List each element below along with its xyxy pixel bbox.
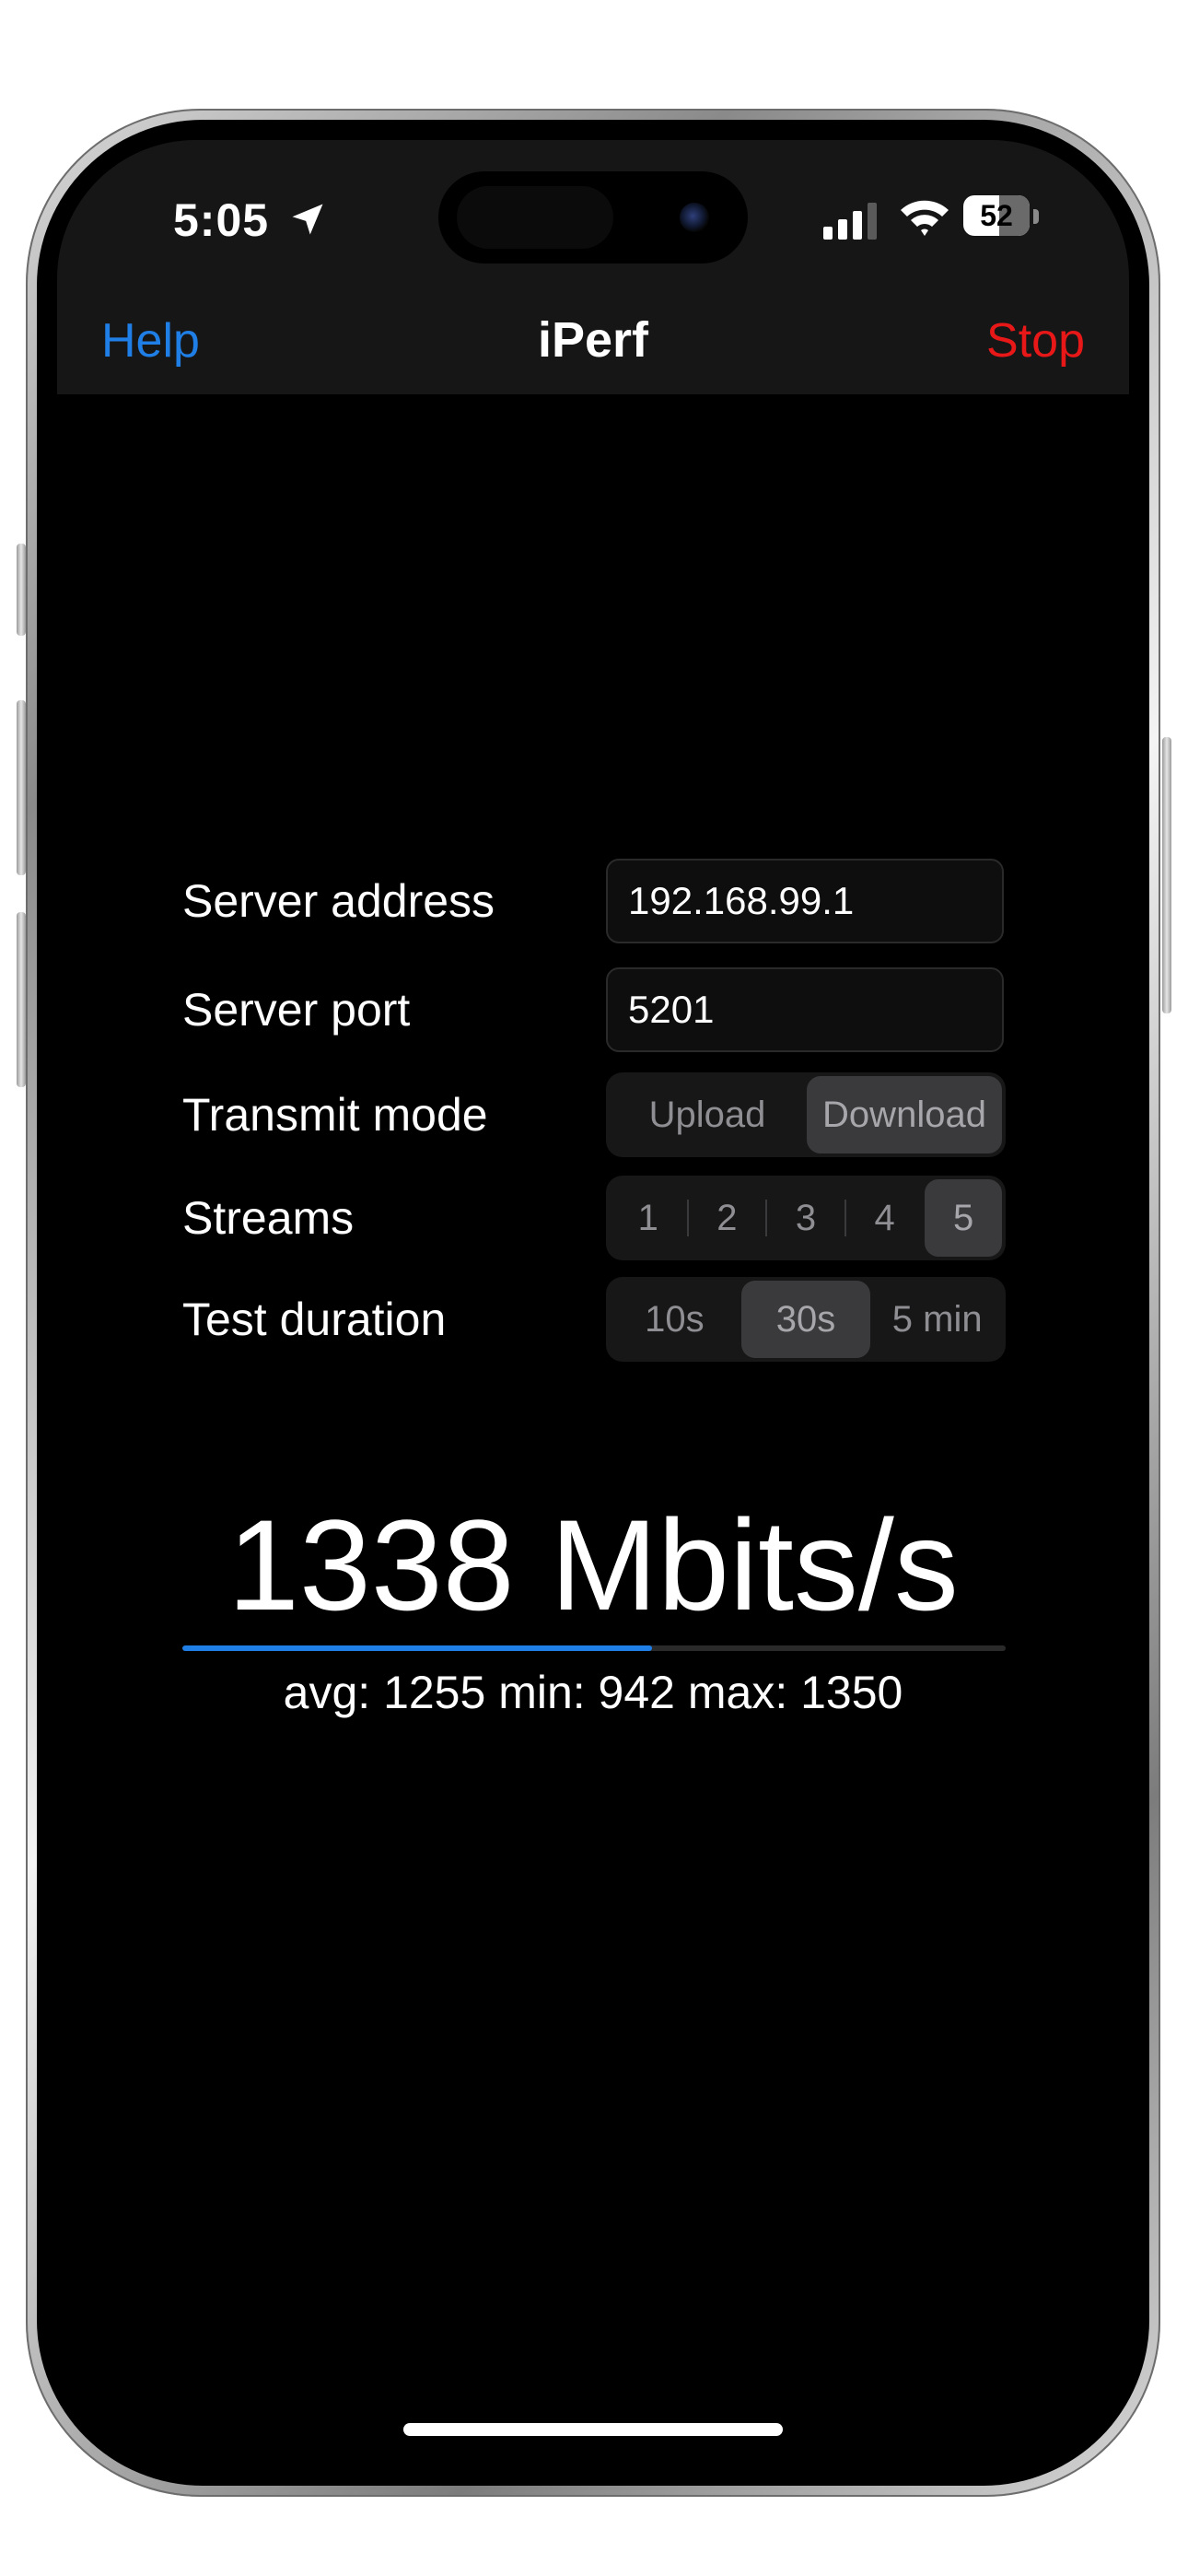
transmit-mode-option-upload[interactable]: Upload xyxy=(610,1076,805,1153)
streams-option-5[interactable]: 5 xyxy=(925,1179,1002,1257)
streams-segmented-control: 12345 xyxy=(606,1176,1006,1260)
test-duration-segmented-control: 10s 30s 5 min xyxy=(606,1277,1006,1362)
test-duration-option-30s[interactable]: 30s xyxy=(740,1281,871,1358)
navigation-bar: Help iPerf Stop xyxy=(57,287,1129,394)
power-button xyxy=(1162,737,1171,1013)
volume-up-button xyxy=(17,700,26,875)
home-indicator[interactable] xyxy=(403,2423,783,2436)
test-duration-label: Test duration xyxy=(182,1294,447,1345)
transmit-mode-option-download[interactable]: Download xyxy=(807,1076,1002,1153)
page-title: iPerf xyxy=(537,312,649,368)
front-camera xyxy=(680,203,709,232)
stop-button[interactable]: Stop xyxy=(986,313,1085,369)
location-arrow-icon xyxy=(292,204,323,235)
server-address-label: Server address xyxy=(182,875,495,927)
action-button xyxy=(17,544,26,636)
streams-option-2[interactable]: 2 xyxy=(689,1179,766,1257)
test-duration-option-5-min[interactable]: 5 min xyxy=(872,1281,1002,1358)
status-time: 5:05 xyxy=(173,194,270,246)
island-sensor xyxy=(457,186,613,249)
dynamic-island xyxy=(438,171,748,263)
device-mockup: 5:05 52 Help iPerf Stop Server address 1… xyxy=(0,0,1188,2576)
test-progress-fill xyxy=(182,1645,652,1651)
throughput-stats: avg: 1255 min: 942 max: 1350 xyxy=(283,1667,903,1718)
battery-nub xyxy=(1033,209,1039,224)
server-address-field[interactable]: 192.168.99.1 xyxy=(606,859,1004,943)
server-port-label: Server port xyxy=(182,984,411,1036)
streams-option-3[interactable]: 3 xyxy=(767,1179,844,1257)
screen: 5:05 52 Help iPerf Stop Server address 1… xyxy=(57,140,1129,2465)
server-address-row: Server address 192.168.99.1 xyxy=(182,859,1006,943)
throughput-value: 1338 Mbits/s xyxy=(227,1493,959,1637)
test-duration-row: Test duration 10s 30s 5 min xyxy=(182,1277,1006,1362)
signal-icon xyxy=(823,203,877,240)
transmit-mode-label: Transmit mode xyxy=(182,1089,488,1141)
transmit-mode-row: Transmit mode Upload Download xyxy=(182,1072,1006,1157)
transmit-mode-segmented-control: Upload Download xyxy=(606,1072,1006,1157)
wifi-icon xyxy=(901,200,949,236)
battery-icon: 52 xyxy=(963,195,1039,238)
battery-body: 52 xyxy=(963,195,1030,236)
status-bar: 5:05 52 xyxy=(57,140,1129,287)
battery-level: 52 xyxy=(980,199,1013,232)
streams-option-1[interactable]: 1 xyxy=(610,1179,687,1257)
test-duration-option-10s[interactable]: 10s xyxy=(610,1281,740,1358)
server-port-row: Server port 5201 xyxy=(182,967,1006,1052)
streams-option-4[interactable]: 4 xyxy=(846,1179,924,1257)
streams-row: Streams 12345 xyxy=(182,1176,1006,1260)
streams-label: Streams xyxy=(182,1192,355,1244)
volume-down-button xyxy=(17,912,26,1087)
test-progress-bar xyxy=(182,1645,1006,1651)
server-port-field[interactable]: 5201 xyxy=(606,967,1004,1052)
